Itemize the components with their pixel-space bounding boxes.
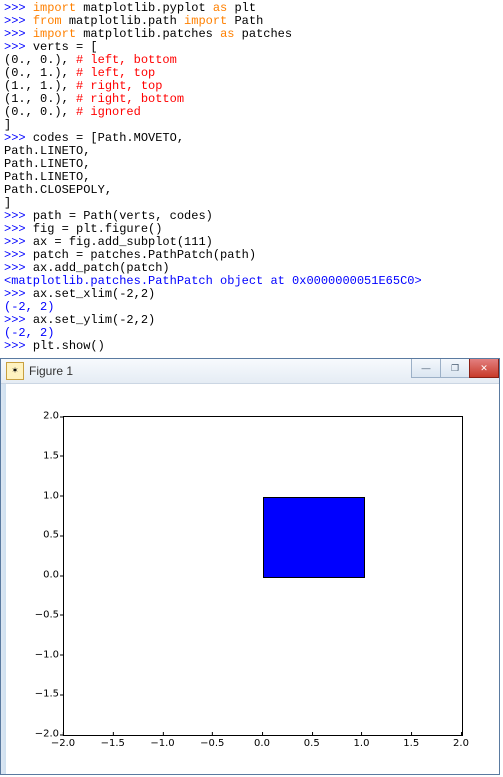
xtick-label: −0.5: [200, 738, 224, 749]
ytick-label: −0.5: [29, 609, 59, 620]
xtick-label: −1.5: [101, 738, 125, 749]
xtick-label: 0.5: [304, 738, 320, 749]
python-console[interactable]: >>> import matplotlib.pyplot as plt>>> f…: [0, 0, 503, 355]
figure-canvas[interactable]: −2.0−1.5−1.0−0.50.00.51.01.52.0 −2.0−1.5…: [1, 384, 499, 774]
minimize-button[interactable]: —: [411, 359, 441, 378]
window-title: Figure 1: [29, 364, 73, 378]
axes: −2.0−1.5−1.0−0.50.00.51.01.52.0 −2.0−1.5…: [29, 416, 477, 742]
titlebar[interactable]: ✶ Figure 1 — ❐ ✕: [1, 359, 499, 384]
xtick-label: 0.0: [254, 738, 270, 749]
path-patch: [263, 497, 365, 579]
xtick-label: 2.0: [453, 738, 469, 749]
maximize-button[interactable]: ❐: [440, 359, 470, 378]
axes-frame: [63, 416, 463, 736]
ytick-label: 1.0: [29, 490, 59, 501]
ytick-label: 1.5: [29, 450, 59, 461]
console-line: Path.CLOSEPOLY,: [4, 184, 499, 197]
console-line: >>> plt.show(): [4, 340, 499, 353]
close-button[interactable]: ✕: [469, 359, 499, 378]
ytick-label: −1.5: [29, 689, 59, 700]
console-line: >>> ax.set_ylim(-2,2): [4, 314, 499, 327]
ytick-label: 0.5: [29, 530, 59, 541]
xtick-label: 1.0: [354, 738, 370, 749]
figure-window: ✶ Figure 1 — ❐ ✕ −2.0 −1.5 −1.0 −0.5 0.0 0.5 1…: [0, 358, 500, 775]
xtick-label: −2.0: [51, 738, 75, 749]
console-line: (0., 0.), # ignored: [4, 106, 499, 119]
ytick-label: −1.0: [29, 649, 59, 660]
ytick-label: 2.0: [29, 411, 59, 422]
xtick-label: −1.0: [150, 738, 174, 749]
console-line: >>> ax.set_xlim(-2,2): [4, 288, 499, 301]
canvas-edge: [1, 384, 6, 774]
ytick-label: 0.0: [29, 570, 59, 581]
figure-icon: ✶: [6, 362, 24, 380]
xtick-label: 1.5: [403, 738, 419, 749]
window-buttons: — ❐ ✕: [412, 359, 499, 377]
